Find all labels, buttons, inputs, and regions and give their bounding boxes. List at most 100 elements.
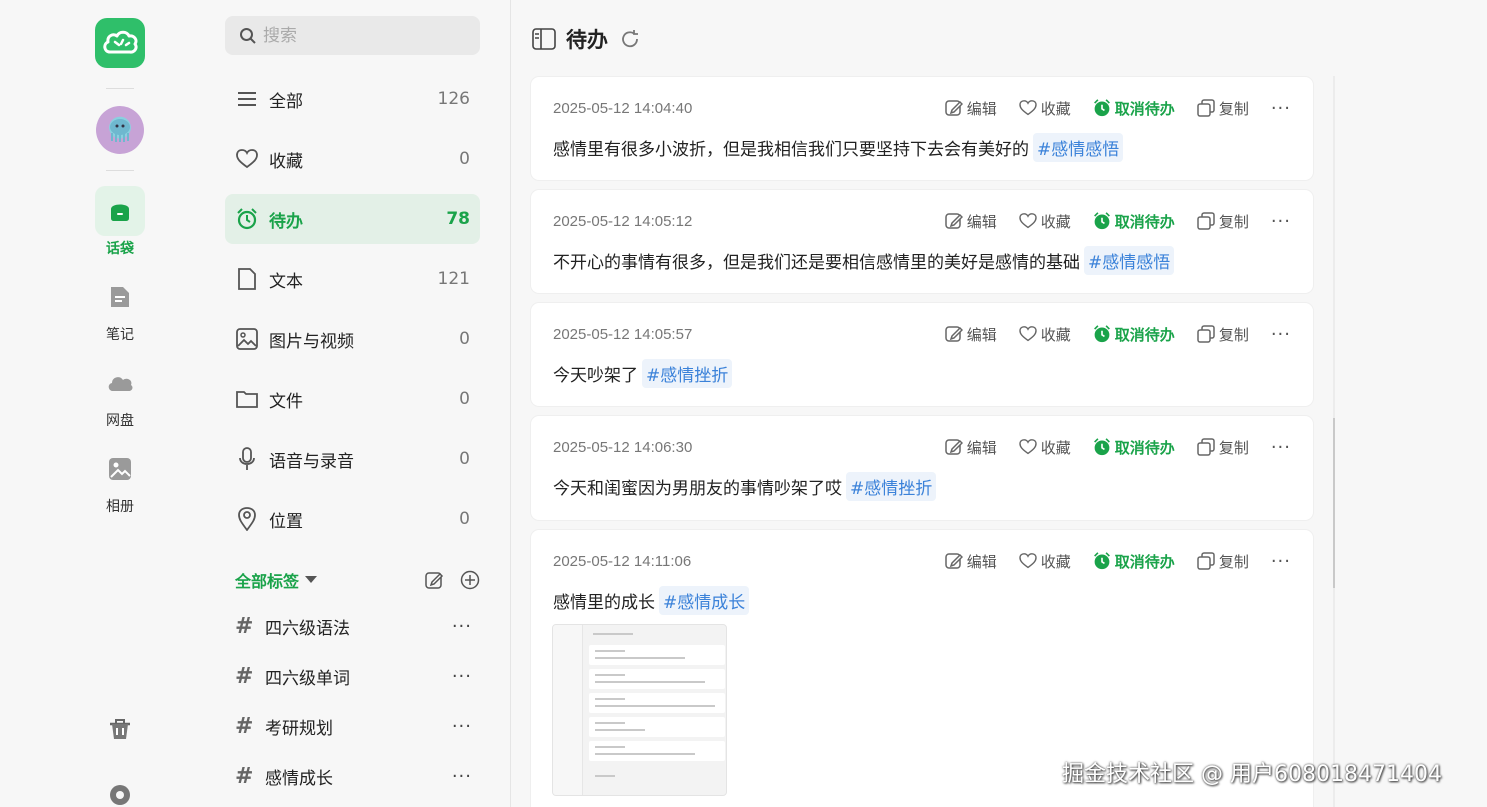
card-hashtag[interactable]: #感情感悟	[1084, 246, 1175, 275]
favorite-button[interactable]: 收藏	[1019, 324, 1071, 345]
rail-item-notes[interactable]: 笔记	[85, 272, 155, 352]
rail-item-label: 笔记	[106, 327, 134, 343]
copy-button[interactable]: 复制	[1197, 211, 1249, 232]
todo-card[interactable]: 2025-05-12 14:04:40 编辑 收藏 取消待办 复制 ··· 感情…	[531, 77, 1313, 180]
more-icon[interactable]: ···	[452, 616, 480, 637]
hash-icon: #	[235, 613, 254, 639]
more-icon[interactable]: ···	[452, 716, 480, 737]
favorite-button[interactable]: 收藏	[1019, 437, 1071, 458]
category-label: 语音与录音	[269, 451, 354, 472]
edit-button[interactable]: 编辑	[945, 551, 997, 572]
alarm-clock-icon	[1093, 325, 1110, 343]
edit-icon	[945, 439, 963, 455]
copy-button[interactable]: 复制	[1197, 551, 1249, 572]
card-hashtag[interactable]: #感情感悟	[1033, 133, 1124, 162]
avatar[interactable]	[96, 106, 144, 154]
heart-icon	[1019, 553, 1037, 569]
heart-icon	[1019, 213, 1037, 229]
attached-screenshot-image[interactable]	[552, 624, 727, 796]
card-text: 感情里有很多小波折，但是我相信我们只要坚持下去会有美好的	[553, 140, 1029, 160]
cancel-todo-button[interactable]: 取消待办	[1093, 551, 1175, 572]
card-hashtag[interactable]: #感情挫折	[846, 472, 937, 501]
cancel-todo-button[interactable]: 取消待办	[1093, 211, 1175, 232]
tag-item[interactable]: # 感情成长 ···	[235, 756, 480, 796]
favorite-label: 收藏	[1040, 438, 1071, 457]
category-todo[interactable]: 待办 78	[225, 194, 480, 244]
category-media[interactable]: 图片与视频 0	[225, 314, 480, 364]
more-icon[interactable]: ···	[1271, 211, 1291, 232]
card-hashtag[interactable]: #感情成长	[659, 586, 750, 615]
card-content: 今天吵架了 #感情挫折	[553, 359, 733, 388]
tag-label: 四六级语法	[265, 618, 350, 639]
more-icon[interactable]: ···	[1271, 437, 1291, 458]
category-text[interactable]: 文本 121	[225, 254, 480, 304]
alarm-clock-icon	[1093, 438, 1110, 456]
copy-button[interactable]: 复制	[1197, 98, 1249, 119]
card-content: 感情里的成长 #感情成长	[553, 586, 750, 615]
rail-divider	[106, 88, 134, 89]
app-logo[interactable]	[95, 18, 145, 68]
edit-button[interactable]: 编辑	[945, 211, 997, 232]
sidebar-toggle-icon[interactable]	[532, 28, 556, 50]
category-favorites[interactable]: 收藏 0	[225, 134, 480, 184]
cancel-todo-button[interactable]: 取消待办	[1093, 98, 1175, 119]
category-location[interactable]: 位置 0	[225, 494, 480, 544]
todo-card[interactable]: 2025-05-12 14:06:30 编辑 收藏 取消待办 复制 ··· 今天…	[531, 416, 1313, 520]
more-icon[interactable]: ···	[1271, 551, 1291, 572]
copy-button[interactable]: 复制	[1197, 437, 1249, 458]
rail-item-drive[interactable]: 网盘	[85, 358, 155, 438]
copy-button[interactable]: 复制	[1197, 324, 1249, 345]
edit-icon	[945, 326, 963, 342]
tag-item[interactable]: # 四六级单词 ···	[235, 656, 480, 696]
caret-down-icon[interactable]	[305, 576, 318, 584]
alarm-clock-icon	[1093, 212, 1110, 230]
edit-button[interactable]: 编辑	[945, 437, 997, 458]
hash-icon: #	[235, 663, 254, 689]
tag-item[interactable]: # 四六级语法 ···	[235, 606, 480, 646]
cancel-todo-button[interactable]: 取消待办	[1093, 437, 1175, 458]
more-icon[interactable]: ···	[452, 766, 480, 787]
more-icon[interactable]: ···	[1271, 98, 1291, 119]
refresh-icon[interactable]	[620, 29, 640, 49]
edit-tags-icon[interactable]	[424, 570, 444, 590]
card-hashtag[interactable]: #感情挫折	[642, 359, 733, 388]
category-all[interactable]: 全部 126	[225, 74, 480, 124]
tag-item[interactable]: # 考研规划 ···	[235, 706, 480, 746]
rail-item-label: 相册	[106, 499, 134, 515]
copy-icon	[1197, 99, 1215, 117]
favorite-button[interactable]: 收藏	[1019, 98, 1071, 119]
cancel-todo-button[interactable]: 取消待办	[1093, 324, 1175, 345]
folder-icon	[235, 387, 259, 411]
alarm-clock-icon	[1093, 99, 1110, 117]
category-count: 78	[446, 209, 470, 229]
scrollbar-thumb[interactable]	[1333, 418, 1335, 588]
favorite-label: 收藏	[1040, 552, 1071, 571]
tags-title[interactable]: 全部标签	[235, 568, 299, 592]
favorite-button[interactable]: 收藏	[1019, 211, 1071, 232]
microphone-icon	[235, 447, 259, 471]
rail-item-huadai[interactable]: 话袋	[85, 186, 155, 266]
favorite-button[interactable]: 收藏	[1019, 551, 1071, 572]
edit-icon	[945, 553, 963, 569]
trash-icon[interactable]	[105, 714, 135, 744]
search-box[interactable]	[225, 16, 480, 55]
more-icon[interactable]: ···	[1271, 324, 1291, 345]
todo-card[interactable]: 2025-05-12 14:05:57 编辑 收藏 取消待办 复制 ··· 今天…	[531, 303, 1313, 406]
edit-icon	[945, 213, 963, 229]
image-icon	[235, 327, 259, 351]
category-audio[interactable]: 语音与录音 0	[225, 434, 480, 484]
more-icon[interactable]: ···	[452, 666, 480, 687]
edit-label: 编辑	[966, 212, 997, 231]
todo-card[interactable]: 2025-05-12 14:05:12 编辑 收藏 取消待办 复制 ··· 不开…	[531, 190, 1313, 293]
rail-item-album[interactable]: 相册	[85, 444, 155, 524]
edit-button[interactable]: 编辑	[945, 98, 997, 119]
cancel-todo-label: 取消待办	[1114, 212, 1175, 231]
card-text: 今天和闺蜜因为男朋友的事情吵架了哎	[553, 479, 842, 499]
edit-button[interactable]: 编辑	[945, 324, 997, 345]
gear-icon[interactable]	[105, 780, 135, 807]
add-tag-icon[interactable]	[460, 570, 480, 590]
heart-icon	[1019, 100, 1037, 116]
watermark: 掘金技术社区 @ 用户608018471404	[1062, 762, 1442, 787]
search-input[interactable]	[263, 25, 463, 46]
category-files[interactable]: 文件 0	[225, 374, 480, 424]
